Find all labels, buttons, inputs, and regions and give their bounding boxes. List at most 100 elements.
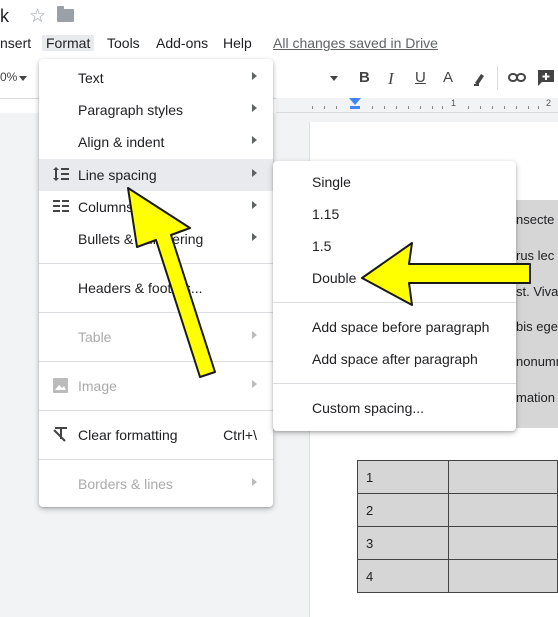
menu-item-text[interactable]: Text xyxy=(39,62,273,94)
document-table[interactable]: 1 2 3 4 xyxy=(357,460,558,593)
menu-separator xyxy=(39,459,273,460)
doc-text-line: nsecte xyxy=(516,212,555,227)
menu-item-bullets-numbering[interactable]: Bullets & numbering xyxy=(39,223,273,255)
table-cell[interactable] xyxy=(448,559,558,593)
submenu-arrow-icon xyxy=(252,331,257,339)
menu-separator xyxy=(39,410,273,411)
menu-item-label: Single xyxy=(312,174,351,190)
font-size-dropdown-icon[interactable] xyxy=(330,76,338,81)
doc-text-line: mation xyxy=(516,390,556,405)
menu-item-label: Line spacing xyxy=(78,167,157,183)
doc-text-line: st. Viva xyxy=(516,284,558,299)
ruler-number: 1 xyxy=(451,98,457,108)
menu-item-borders-lines[interactable]: Borders & lines xyxy=(39,468,273,500)
insert-comment-icon[interactable] xyxy=(537,69,555,87)
format-menu: Text Paragraph styles Align & indent Lin… xyxy=(39,59,273,507)
submenu-arrow-icon xyxy=(252,380,257,388)
menu-item-image[interactable]: Image xyxy=(39,370,273,402)
menu-item-label: Custom spacing... xyxy=(312,400,425,416)
line-spacing-submenu: Single 1.15 1.5 Double Add space before … xyxy=(273,161,516,431)
menu-separator xyxy=(39,361,273,362)
underline-button[interactable]: U xyxy=(415,69,426,86)
table-cell[interactable] xyxy=(448,493,558,527)
bold-button[interactable]: B xyxy=(359,69,370,86)
title-bar: k ☆ xyxy=(0,0,558,32)
submenu-arrow-icon xyxy=(252,201,257,209)
menu-item-label: Bullets & numbering xyxy=(78,231,204,247)
table-row[interactable]: 3 xyxy=(357,526,558,560)
table-cell[interactable]: 4 xyxy=(357,559,449,593)
highlight-icon[interactable] xyxy=(472,70,488,86)
columns-icon xyxy=(53,200,69,212)
menu-item-label: Table xyxy=(78,329,112,345)
menu-separator xyxy=(39,263,273,264)
indent-marker-icon[interactable] xyxy=(349,98,361,105)
submenu-arrow-icon xyxy=(252,104,257,112)
menu-item-label: Image xyxy=(78,378,117,394)
text-color-button[interactable]: A xyxy=(443,69,453,86)
submenu-arrow-icon xyxy=(252,169,257,177)
ruler-number: 2 xyxy=(546,98,552,108)
menu-item-table[interactable]: Table xyxy=(39,321,273,353)
menu-item-shortcut: Ctrl+\ xyxy=(223,427,257,443)
clear-formatting-icon xyxy=(53,427,67,442)
menu-tools[interactable]: Tools xyxy=(107,35,140,51)
spacing-option-double[interactable]: Double xyxy=(273,262,516,294)
submenu-arrow-icon xyxy=(252,136,257,144)
doc-text-line: rus lec xyxy=(516,248,555,263)
doc-text-line: bis ege xyxy=(516,319,558,334)
table-cell[interactable]: 3 xyxy=(357,526,449,560)
menu-item-label: Double xyxy=(312,270,357,286)
table-row[interactable]: 4 xyxy=(357,559,558,593)
table-cell[interactable]: 2 xyxy=(357,493,449,527)
add-space-before-paragraph[interactable]: Add space before paragraph xyxy=(273,311,516,343)
menu-item-columns[interactable]: Columns xyxy=(39,191,273,223)
table-cell[interactable] xyxy=(448,526,558,560)
menu-separator xyxy=(273,302,516,303)
spacing-option-single[interactable]: Single xyxy=(273,166,516,198)
menu-item-label: Add space after paragraph xyxy=(312,351,478,367)
table-row[interactable]: 1 xyxy=(357,460,558,494)
submenu-arrow-icon xyxy=(252,478,257,486)
custom-spacing-option[interactable]: Custom spacing... xyxy=(273,392,516,424)
submenu-arrow-icon xyxy=(252,233,257,241)
menu-item-label: Text xyxy=(78,70,104,86)
link-icon[interactable] xyxy=(508,72,526,83)
spacing-option-1-5[interactable]: 1.5 xyxy=(273,230,516,262)
menu-insert[interactable]: nsert xyxy=(0,35,31,51)
first-line-indent-icon[interactable] xyxy=(350,106,360,109)
menu-addons[interactable]: Add-ons xyxy=(156,35,208,51)
menu-item-headers-footers[interactable]: Headers & footers... xyxy=(39,272,273,304)
table-cell[interactable]: 1 xyxy=(357,460,449,494)
doc-title[interactable]: k xyxy=(0,6,9,27)
zoom-select[interactable]: 0% xyxy=(0,70,17,84)
submenu-arrow-icon xyxy=(252,72,257,80)
menu-item-label: 1.15 xyxy=(312,206,340,222)
menu-item-label: Add space before paragraph xyxy=(312,319,490,335)
doc-text-line: nonumr xyxy=(516,354,558,369)
menu-item-line-spacing[interactable]: Line spacing xyxy=(39,159,273,191)
add-space-after-paragraph[interactable]: Add space after paragraph xyxy=(273,343,516,375)
image-icon xyxy=(53,378,68,393)
menu-item-label: Align & indent xyxy=(78,134,165,150)
line-spacing-icon xyxy=(53,167,69,181)
folder-icon[interactable] xyxy=(57,6,74,22)
table-cell[interactable] xyxy=(448,460,558,494)
italic-button[interactable]: I xyxy=(388,69,394,89)
zoom-dropdown-icon[interactable] xyxy=(19,76,27,81)
menu-item-align-indent[interactable]: Align & indent xyxy=(39,126,273,158)
save-status-link[interactable]: All changes saved in Drive xyxy=(273,35,438,51)
menu-item-clear-formatting[interactable]: Clear formatting Ctrl+\ xyxy=(39,419,273,451)
menu-format[interactable]: Format xyxy=(42,35,95,51)
table-row[interactable]: 2 xyxy=(357,493,558,527)
star-icon[interactable]: ☆ xyxy=(29,5,46,28)
ruler[interactable]: 1 2 xyxy=(276,98,558,113)
menu-item-label: Paragraph styles xyxy=(78,102,184,118)
menu-item-label: 1.5 xyxy=(312,238,332,254)
menu-help[interactable]: Help xyxy=(223,35,252,51)
spacing-option-1-15[interactable]: 1.15 xyxy=(273,198,516,230)
toolbar-divider xyxy=(497,66,498,90)
menu-item-label: Columns xyxy=(78,199,134,215)
menu-item-paragraph-styles[interactable]: Paragraph styles xyxy=(39,94,273,126)
menu-separator xyxy=(39,312,273,313)
